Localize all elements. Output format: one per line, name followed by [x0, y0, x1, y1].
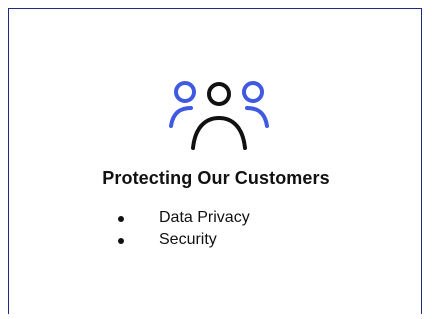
list-item-label: Data Privacy: [159, 209, 250, 226]
list-item-label: Security: [159, 231, 217, 248]
card-title: Protecting Our Customers: [102, 168, 330, 188]
users-group-icon: [169, 81, 269, 150]
customer-protection-card: [8, 8, 422, 314]
bullet-icon: [118, 238, 124, 244]
bullet-icon: [118, 216, 124, 222]
